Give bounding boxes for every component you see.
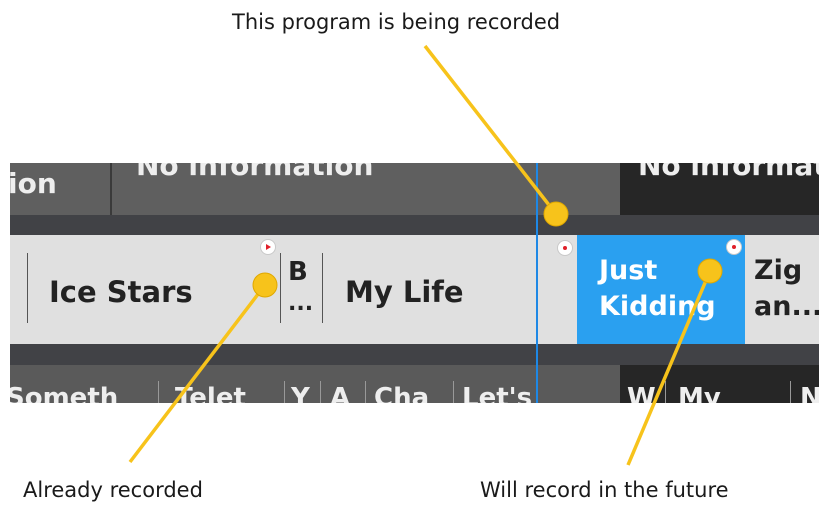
recording-dot-icon xyxy=(557,240,573,256)
program-ice-stars[interactable]: Ice Stars xyxy=(49,275,193,309)
program-just-kidding-line1: Just xyxy=(599,255,658,286)
program-a[interactable]: A xyxy=(330,383,350,403)
program-someth[interactable]: Someth xyxy=(10,383,118,403)
row-gap xyxy=(10,215,819,235)
guide-row-top: ion No information No informat xyxy=(10,163,819,215)
recorded-play-icon xyxy=(260,239,276,255)
program-w[interactable]: W xyxy=(627,383,656,403)
program-n[interactable]: N xyxy=(800,383,819,403)
program-my[interactable]: My xyxy=(678,383,721,403)
caption-being-recorded: This program is being recorded xyxy=(232,10,561,34)
program-just-kidding-cell[interactable]: Just Kidding xyxy=(577,235,745,344)
cell-divider xyxy=(320,381,321,403)
cell-divider xyxy=(110,163,112,215)
current-time-line xyxy=(536,163,538,403)
program-no-information-2[interactable]: No informat xyxy=(638,163,819,182)
cell-divider xyxy=(453,381,454,403)
guide-row-main: Ice Stars B ... My Life Just Kidding Zig… xyxy=(10,235,819,344)
program-ion[interactable]: ion xyxy=(10,167,57,200)
program-cha[interactable]: Cha xyxy=(374,383,429,403)
cell-divider xyxy=(284,381,285,403)
program-b-ellipsis: ... xyxy=(288,291,314,316)
cell-divider xyxy=(365,381,366,403)
caption-will-record: Will record in the future xyxy=(480,478,729,502)
cell-divider xyxy=(665,381,666,403)
cell-divider xyxy=(790,381,791,403)
cell-divider xyxy=(158,381,159,403)
caption-already-recorded: Already recorded xyxy=(23,478,203,502)
program-lets[interactable]: Let's xyxy=(462,383,532,403)
cell-divider xyxy=(280,253,281,323)
cell-divider xyxy=(27,253,28,323)
program-my-life[interactable]: My Life xyxy=(345,275,464,309)
guide-row-bottom: Someth Telet Y A Cha Let's W My N xyxy=(10,365,819,403)
program-b[interactable]: B xyxy=(288,257,308,287)
row-gap xyxy=(10,344,819,365)
tv-guide-grid: ion No information No informat Ice Stars… xyxy=(10,163,819,403)
program-zig-ellipsis: an... xyxy=(754,291,819,322)
program-no-information[interactable]: No information xyxy=(136,163,373,182)
program-y[interactable]: Y xyxy=(291,383,310,403)
program-just-kidding-line2: Kidding xyxy=(599,291,716,322)
scheduled-record-icon xyxy=(726,239,742,255)
program-telet[interactable]: Telet xyxy=(175,383,246,403)
program-zig[interactable]: Zig xyxy=(754,255,802,286)
cell-divider xyxy=(322,253,323,323)
